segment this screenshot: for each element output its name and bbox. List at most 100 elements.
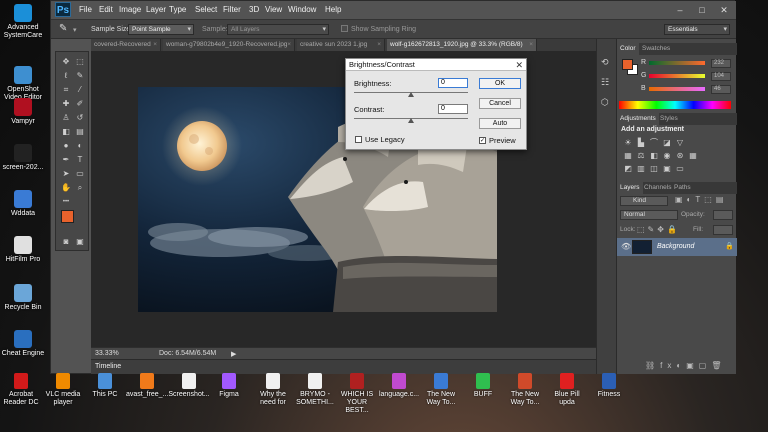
desktop-icon-wddata[interactable]: Wddata <box>1 190 45 218</box>
screen-mode-icon[interactable]: ▣ <box>73 236 87 248</box>
desktop-icon-buff[interactable]: BUFF <box>462 373 504 399</box>
hand-tool-icon[interactable]: ✋ <box>59 182 73 194</box>
invert-icon[interactable]: ◩ <box>623 164 633 173</box>
tab-close-icon[interactable]: × <box>377 39 381 51</box>
marquee-tool-icon[interactable]: ⬚ <box>73 56 87 68</box>
brush-tool-icon[interactable]: ✐ <box>73 98 87 110</box>
channel-value[interactable]: 46 <box>711 85 731 94</box>
menu-edit[interactable]: Edit <box>99 5 113 14</box>
maximize-button[interactable]: □ <box>694 4 710 16</box>
exposure-icon[interactable]: ◪ <box>662 138 672 147</box>
tab-color[interactable]: Color <box>617 43 639 55</box>
desktop-icon-language-c[interactable]: language.c... <box>378 373 420 399</box>
tab-close-icon[interactable]: × <box>153 39 157 51</box>
eyedropper-icon[interactable]: ✎ <box>59 23 67 34</box>
menu-view[interactable]: View <box>265 5 282 14</box>
desktop-icon-screenshot[interactable]: Screenshot... <box>168 373 210 399</box>
use-legacy-checkbox[interactable] <box>355 136 362 143</box>
status-menu-arrow-icon[interactable]: ▶ <box>231 350 236 358</box>
quick-mask-icon[interactable]: ◙ <box>59 236 73 248</box>
menu-type[interactable]: Type <box>169 5 186 14</box>
dialog-close-icon[interactable]: ✕ <box>515 59 523 71</box>
menu-filter[interactable]: Filter <box>223 5 241 14</box>
minimize-button[interactable]: – <box>672 4 688 16</box>
type-tool-icon[interactable]: T <box>73 154 87 166</box>
brightness-slider-thumb[interactable] <box>408 92 414 97</box>
tab-paths[interactable]: Paths <box>671 182 694 194</box>
history-icon[interactable]: ⟲ <box>601 57 609 68</box>
menu-image[interactable]: Image <box>119 5 141 14</box>
3d-icon[interactable]: ⬡ <box>601 97 609 108</box>
desktop-icon-recycle-bin[interactable]: Recycle Bin <box>1 284 45 312</box>
desktop-icon-brymo-somethi[interactable]: BRYMO - SOMETHI... <box>294 373 336 407</box>
pen-tool-icon[interactable]: ✒ <box>59 154 73 166</box>
desktop-icon-avast-free[interactable]: avast_free_... <box>126 373 168 399</box>
layer-name[interactable]: Background <box>657 243 694 250</box>
menu-select[interactable]: Select <box>195 5 217 14</box>
desktop-icon-vlc-media-player[interactable]: VLC media player <box>42 373 84 407</box>
desktop-icon-openshot-video-editor[interactable]: OpenShot Video Editor <box>1 66 45 102</box>
blur-tool-icon[interactable]: ● <box>59 140 73 152</box>
zoom-level[interactable]: 33.33% <box>95 350 119 357</box>
ok-button[interactable]: OK <box>479 78 521 89</box>
hue-saturation-icon[interactable]: ▦ <box>623 151 633 160</box>
menu-3d[interactable]: 3D <box>249 5 259 14</box>
channel-value[interactable]: 232 <box>711 59 731 68</box>
black-white-icon[interactable]: ◧ <box>649 151 659 160</box>
close-button[interactable]: ✕ <box>716 4 732 16</box>
color-panel-foreground[interactable] <box>622 59 633 70</box>
desktop-icon-hitfilm-pro[interactable]: HitFilm Pro <box>1 236 45 264</box>
history-brush-icon[interactable]: ↺ <box>73 112 87 124</box>
levels-icon[interactable]: ▙ <box>636 138 646 147</box>
brightness-icon[interactable]: ☀ <box>623 138 633 147</box>
contrast-slider-thumb[interactable] <box>408 118 414 123</box>
lasso-tool-icon[interactable]: ℓ <box>59 70 73 82</box>
fill-input[interactable] <box>713 225 733 235</box>
blend-mode-select[interactable]: Normal <box>620 210 678 220</box>
document-tab[interactable]: creative sun 2023 1.jpg × <box>297 39 385 51</box>
desktop-icon-why-the-need-for[interactable]: Why the need for <box>252 373 294 407</box>
path-select-icon[interactable]: ➤ <box>59 168 73 180</box>
menu-layer[interactable]: Layer <box>146 5 166 14</box>
zoom-tool-icon[interactable]: ⌕ <box>73 182 87 194</box>
dodge-tool-icon[interactable]: ◐ <box>73 140 87 152</box>
sample-size-select[interactable]: Point Sample <box>128 24 194 35</box>
desktop-icon-the-new-way-to[interactable]: The New Way To... <box>504 373 546 407</box>
crop-tool-icon[interactable]: ⌗ <box>59 84 73 96</box>
ellipsis-icon[interactable]: ••• <box>59 196 73 208</box>
cancel-button[interactable]: Cancel <box>479 98 521 109</box>
channel-slider[interactable] <box>649 87 705 91</box>
tab-channels[interactable]: Channels <box>641 182 674 194</box>
tab-close-icon[interactable]: × <box>529 39 533 51</box>
color-lookup-icon[interactable]: ▦ <box>688 151 698 160</box>
menu-help[interactable]: Help <box>325 5 341 14</box>
color-spectrum[interactable] <box>619 101 731 109</box>
channel-slider[interactable] <box>649 74 705 78</box>
stamp-tool-icon[interactable]: ♙ <box>59 112 73 124</box>
healing-tool-icon[interactable]: ✚ <box>59 98 73 110</box>
document-tab[interactable]: woman-g79802b4e9_1920-Recovered.jpg × <box>163 39 295 51</box>
desktop-icon-which-is-your-best[interactable]: WHICH IS YOUR BEST... <box>336 373 378 415</box>
lock-icons[interactable]: ⬚✎✥🔒 <box>637 225 680 234</box>
tab-layers[interactable]: Layers <box>617 182 643 194</box>
color-balance-icon[interactable]: ⚖ <box>636 151 646 160</box>
channel-mixer-icon[interactable]: ⊛ <box>675 151 685 160</box>
gradient-map-icon[interactable]: ▭ <box>675 164 685 173</box>
brightness-input[interactable]: 0 <box>438 78 468 88</box>
document-tab[interactable]: wolf-g162672813_1920.jpg @ 33.3% (RGB/8)… <box>387 39 537 51</box>
layer-actions[interactable]: ⛓fx◐▣▢🗑 <box>645 361 726 370</box>
quick-select-tool-icon[interactable]: ✎ <box>73 70 87 82</box>
opacity-input[interactable] <box>713 210 733 220</box>
posterize-icon[interactable]: ▥ <box>636 164 646 173</box>
photo-filter-icon[interactable]: ◉ <box>662 151 672 160</box>
desktop-icon-figma[interactable]: Figma <box>208 373 250 399</box>
contrast-input[interactable]: 0 <box>438 104 468 114</box>
desktop-icon-advanced-systemcare[interactable]: Advanced SystemCare <box>1 4 45 40</box>
document-tab[interactable]: covered-Recovered × <box>91 39 161 51</box>
shape-tool-icon[interactable]: ▭ <box>73 168 87 180</box>
timeline-tab[interactable]: Timeline <box>95 363 121 370</box>
chevron-down-icon[interactable]: ▾ <box>73 26 77 34</box>
desktop-icon-vampyr[interactable]: Vampyr <box>1 98 45 126</box>
channel-slider[interactable] <box>649 61 705 65</box>
tab-close-icon[interactable]: × <box>287 39 291 51</box>
